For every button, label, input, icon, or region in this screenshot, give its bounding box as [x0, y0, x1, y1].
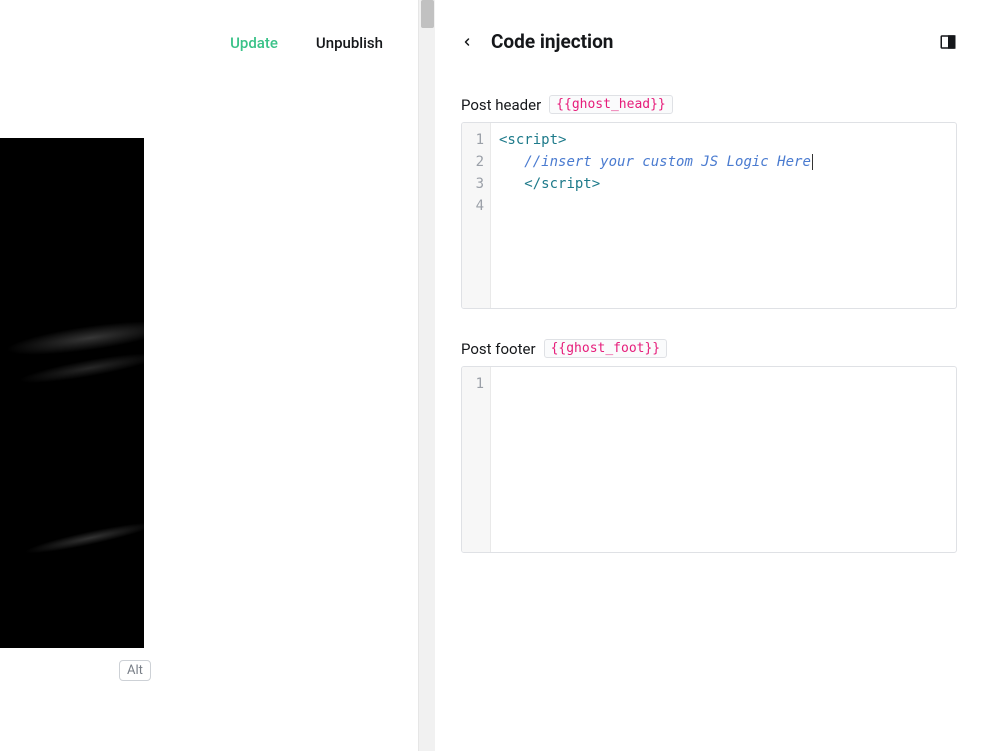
editor-main-area: Update Unpublish Alt [0, 0, 418, 751]
top-actions: Update Unpublish [230, 34, 383, 52]
footer-code-body[interactable] [491, 367, 956, 552]
ghost-head-tag: {{ghost_head}} [549, 95, 673, 114]
update-button[interactable]: Update [230, 34, 278, 52]
header-gutter: 1 2 3 4 [462, 123, 491, 308]
footer-gutter: 1 [462, 367, 491, 552]
code-token: </script> [524, 176, 600, 192]
feature-image-preview[interactable] [0, 138, 144, 648]
code-comment: //insert your custom JS Logic Here [524, 154, 811, 170]
post-header-code-editor[interactable]: 1 2 3 4 <script> //insert your custom JS… [461, 122, 957, 309]
post-header-label-row: Post header {{ghost_head}} [461, 95, 957, 114]
scrollbar-thumb[interactable] [421, 0, 434, 28]
ghost-foot-tag: {{ghost_foot}} [544, 339, 668, 358]
sidebar-toggle-icon[interactable] [939, 33, 957, 51]
panel-title: Code injection [491, 30, 613, 53]
text-cursor [812, 154, 813, 170]
panel-header: Code injection [461, 0, 957, 53]
post-header-label: Post header [461, 96, 541, 114]
header-code-body[interactable]: <script> //insert your custom JS Logic H… [491, 123, 956, 308]
vertical-scrollbar[interactable] [418, 0, 435, 751]
settings-panel: Code injection Post header {{ghost_head}… [435, 0, 983, 751]
post-footer-label-row: Post footer {{ghost_foot}} [461, 339, 957, 358]
unpublish-button[interactable]: Unpublish [316, 34, 383, 52]
post-footer-label: Post footer [461, 340, 536, 358]
alt-text-button[interactable]: Alt [119, 660, 151, 681]
back-icon[interactable] [461, 35, 473, 49]
post-footer-code-editor[interactable]: 1 [461, 366, 957, 553]
code-token: <script> [499, 132, 566, 148]
